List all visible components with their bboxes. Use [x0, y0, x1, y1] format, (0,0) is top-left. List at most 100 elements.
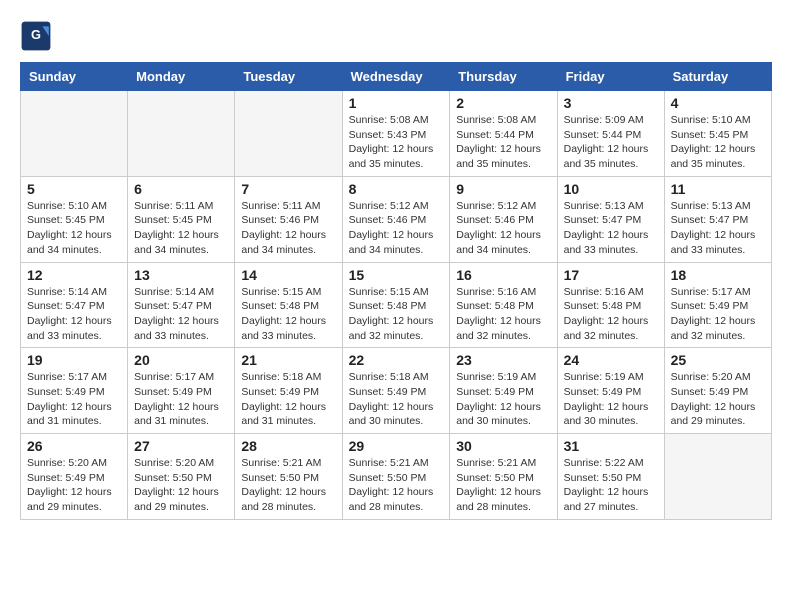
calendar-cell: 27 Sunrise: 5:20 AM Sunset: 5:50 PM Dayli…	[128, 434, 235, 520]
day-info: Sunrise: 5:20 AM Sunset: 5:49 PM Dayligh…	[671, 370, 765, 429]
calendar-cell: 18Sunrise: 5:17 AM Sunset: 5:49 PM Dayli…	[664, 262, 771, 348]
day-number: 17	[564, 267, 658, 283]
calendar-cell: 26 Sunrise: 5:20 AM Sunset: 5:49 PM Dayli…	[21, 434, 128, 520]
day-number: 30	[456, 438, 550, 454]
calendar-cell: 4Sunrise: 5:10 AM Sunset: 5:45 PM Daylig…	[664, 91, 771, 177]
day-number: 31	[564, 438, 658, 454]
calendar-header-sunday: Sunday	[21, 63, 128, 91]
calendar-cell: 14 Sunrise: 5:15 AM Sunset: 5:48 PM Dayli…	[235, 262, 342, 348]
day-info: Sunrise: 5:19 AM Sunset: 5:49 PM Dayligh…	[564, 370, 658, 429]
day-info: Sunrise: 5:14 AM Sunset: 5:47 PM Dayligh…	[134, 285, 228, 344]
day-info: Sunrise: 5:15 AM Sunset: 5:48 PM Dayligh…	[349, 285, 444, 344]
day-number: 25	[671, 352, 765, 368]
day-info: Sunrise: 5:18 AM Sunset: 5:49 PM Dayligh…	[241, 370, 335, 429]
day-number: 8	[349, 181, 444, 197]
day-info: Sunrise: 5:14 AM Sunset: 5:47 PM Dayligh…	[27, 285, 121, 344]
day-info: Sunrise: 5:20 AM Sunset: 5:49 PM Dayligh…	[27, 456, 121, 515]
day-info: Sunrise: 5:16 AM Sunset: 5:48 PM Dayligh…	[456, 285, 550, 344]
day-number: 19	[27, 352, 121, 368]
day-number: 1	[349, 95, 444, 111]
calendar-cell: 30 Sunrise: 5:21 AM Sunset: 5:50 PM Dayli…	[450, 434, 557, 520]
day-number: 9	[456, 181, 550, 197]
week-row-4: 19 Sunrise: 5:17 AM Sunset: 5:49 PM Dayli…	[21, 348, 772, 434]
calendar-cell	[21, 91, 128, 177]
calendar-cell: 10Sunrise: 5:13 AM Sunset: 5:47 PM Dayli…	[557, 176, 664, 262]
day-info: Sunrise: 5:21 AM Sunset: 5:50 PM Dayligh…	[241, 456, 335, 515]
day-number: 24	[564, 352, 658, 368]
calendar-cell: 7 Sunrise: 5:11 AM Sunset: 5:46 PM Daylig…	[235, 176, 342, 262]
day-info: Sunrise: 5:12 AM Sunset: 5:46 PM Dayligh…	[349, 199, 444, 258]
day-number: 22	[349, 352, 444, 368]
day-number: 28	[241, 438, 335, 454]
calendar-cell: 2 Sunrise: 5:08 AM Sunset: 5:44 PM Daylig…	[450, 91, 557, 177]
calendar-cell: 22 Sunrise: 5:18 AM Sunset: 5:49 PM Dayli…	[342, 348, 450, 434]
calendar-header-row: SundayMondayTuesdayWednesdayThursdayFrid…	[21, 63, 772, 91]
calendar-cell: 9 Sunrise: 5:12 AM Sunset: 5:46 PM Daylig…	[450, 176, 557, 262]
calendar-cell: 24 Sunrise: 5:19 AM Sunset: 5:49 PM Dayli…	[557, 348, 664, 434]
logo: G	[20, 20, 54, 52]
calendar-cell: 16 Sunrise: 5:16 AM Sunset: 5:48 PM Dayli…	[450, 262, 557, 348]
day-number: 14	[241, 267, 335, 283]
day-info: Sunrise: 5:17 AM Sunset: 5:49 PM Dayligh…	[671, 285, 765, 344]
day-number: 6	[134, 181, 228, 197]
day-info: Sunrise: 5:10 AM Sunset: 5:45 PM Dayligh…	[671, 113, 765, 172]
calendar-cell: 23 Sunrise: 5:19 AM Sunset: 5:49 PM Dayli…	[450, 348, 557, 434]
calendar-cell: 28 Sunrise: 5:21 AM Sunset: 5:50 PM Dayli…	[235, 434, 342, 520]
calendar-header-thursday: Thursday	[450, 63, 557, 91]
logo-icon: G	[20, 20, 52, 52]
day-info: Sunrise: 5:20 AM Sunset: 5:50 PM Dayligh…	[134, 456, 228, 515]
calendar-cell: 29 Sunrise: 5:21 AM Sunset: 5:50 PM Dayli…	[342, 434, 450, 520]
calendar-cell: 3Sunrise: 5:09 AM Sunset: 5:44 PM Daylig…	[557, 91, 664, 177]
calendar-table: SundayMondayTuesdayWednesdayThursdayFrid…	[20, 62, 772, 520]
day-info: Sunrise: 5:15 AM Sunset: 5:48 PM Dayligh…	[241, 285, 335, 344]
calendar-cell: 31Sunrise: 5:22 AM Sunset: 5:50 PM Dayli…	[557, 434, 664, 520]
calendar-cell	[128, 91, 235, 177]
calendar-cell: 15Sunrise: 5:15 AM Sunset: 5:48 PM Dayli…	[342, 262, 450, 348]
day-number: 27	[134, 438, 228, 454]
calendar-header-saturday: Saturday	[664, 63, 771, 91]
day-number: 21	[241, 352, 335, 368]
day-number: 3	[564, 95, 658, 111]
day-info: Sunrise: 5:13 AM Sunset: 5:47 PM Dayligh…	[671, 199, 765, 258]
day-number: 29	[349, 438, 444, 454]
day-info: Sunrise: 5:08 AM Sunset: 5:44 PM Dayligh…	[456, 113, 550, 172]
page-header: G	[20, 20, 772, 52]
day-info: Sunrise: 5:12 AM Sunset: 5:46 PM Dayligh…	[456, 199, 550, 258]
day-number: 12	[27, 267, 121, 283]
calendar-cell: 12 Sunrise: 5:14 AM Sunset: 5:47 PM Dayli…	[21, 262, 128, 348]
day-info: Sunrise: 5:19 AM Sunset: 5:49 PM Dayligh…	[456, 370, 550, 429]
svg-text:G: G	[31, 27, 41, 42]
calendar-cell	[664, 434, 771, 520]
day-info: Sunrise: 5:21 AM Sunset: 5:50 PM Dayligh…	[456, 456, 550, 515]
day-number: 10	[564, 181, 658, 197]
day-number: 20	[134, 352, 228, 368]
day-number: 11	[671, 181, 765, 197]
calendar-header-monday: Monday	[128, 63, 235, 91]
day-info: Sunrise: 5:17 AM Sunset: 5:49 PM Dayligh…	[27, 370, 121, 429]
calendar-header-wednesday: Wednesday	[342, 63, 450, 91]
calendar-header-friday: Friday	[557, 63, 664, 91]
week-row-2: 5Sunrise: 5:10 AM Sunset: 5:45 PM Daylig…	[21, 176, 772, 262]
calendar-cell: 25 Sunrise: 5:20 AM Sunset: 5:49 PM Dayli…	[664, 348, 771, 434]
day-number: 2	[456, 95, 550, 111]
day-info: Sunrise: 5:11 AM Sunset: 5:46 PM Dayligh…	[241, 199, 335, 258]
day-info: Sunrise: 5:08 AM Sunset: 5:43 PM Dayligh…	[349, 113, 444, 172]
calendar-cell: 5Sunrise: 5:10 AM Sunset: 5:45 PM Daylig…	[21, 176, 128, 262]
day-info: Sunrise: 5:11 AM Sunset: 5:45 PM Dayligh…	[134, 199, 228, 258]
day-number: 7	[241, 181, 335, 197]
day-info: Sunrise: 5:21 AM Sunset: 5:50 PM Dayligh…	[349, 456, 444, 515]
day-number: 23	[456, 352, 550, 368]
day-info: Sunrise: 5:16 AM Sunset: 5:48 PM Dayligh…	[564, 285, 658, 344]
calendar-cell: 11 Sunrise: 5:13 AM Sunset: 5:47 PM Dayli…	[664, 176, 771, 262]
day-info: Sunrise: 5:18 AM Sunset: 5:49 PM Dayligh…	[349, 370, 444, 429]
calendar-cell: 21 Sunrise: 5:18 AM Sunset: 5:49 PM Dayli…	[235, 348, 342, 434]
calendar-cell: 17 Sunrise: 5:16 AM Sunset: 5:48 PM Dayli…	[557, 262, 664, 348]
calendar-cell: 1 Sunrise: 5:08 AM Sunset: 5:43 PM Daylig…	[342, 91, 450, 177]
day-number: 26	[27, 438, 121, 454]
calendar-cell: 19 Sunrise: 5:17 AM Sunset: 5:49 PM Dayli…	[21, 348, 128, 434]
calendar-cell	[235, 91, 342, 177]
day-number: 16	[456, 267, 550, 283]
week-row-5: 26 Sunrise: 5:20 AM Sunset: 5:49 PM Dayli…	[21, 434, 772, 520]
calendar-cell: 8 Sunrise: 5:12 AM Sunset: 5:46 PM Daylig…	[342, 176, 450, 262]
week-row-1: 1 Sunrise: 5:08 AM Sunset: 5:43 PM Daylig…	[21, 91, 772, 177]
